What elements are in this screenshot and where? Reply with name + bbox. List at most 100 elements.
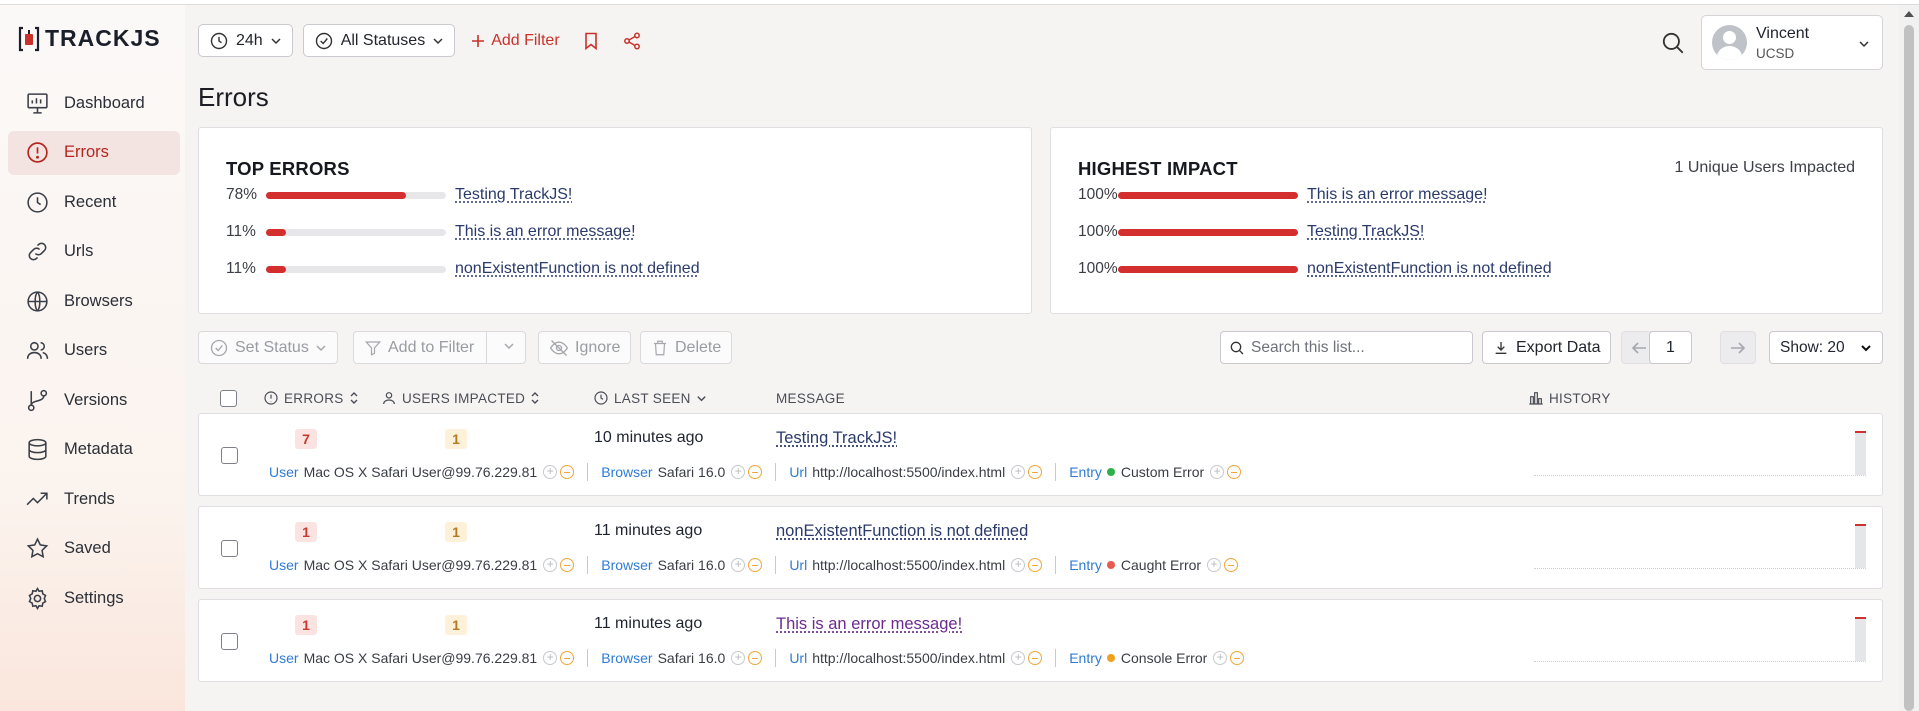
exclude-filter-icon[interactable] [560,465,575,479]
include-filter-icon[interactable] [731,650,746,665]
exclude-filter-icon[interactable] [748,465,763,479]
impact-link[interactable]: nonExistentFunction is not defined [1307,260,1552,278]
error-message-link[interactable]: nonExistentFunction is not defined [776,522,1028,541]
impact-bar-fill [1118,191,1298,199]
sort-errors[interactable]: ERRORS [263,386,359,410]
top-error-link[interactable]: nonExistentFunction is not defined [455,260,700,278]
select-all-checkbox[interactable] [220,386,237,410]
exclude-filter-icon[interactable] [748,558,763,572]
divider [775,463,777,481]
top-error-link[interactable]: This is an error message! [455,223,636,241]
impact-link[interactable]: This is an error message! [1307,186,1488,204]
export-data-button[interactable]: Export Data [1482,331,1612,364]
users-icon [26,341,49,359]
add-to-filter-button[interactable]: Add to Filter [353,331,527,364]
include-filter-icon[interactable] [543,650,558,665]
next-page-button[interactable] [1720,331,1756,364]
divider [775,649,777,667]
chevron-down-icon [1861,344,1871,351]
sidebar-item-settings[interactable]: Settings [8,576,180,620]
include-filter-icon[interactable] [543,464,558,479]
sort-users-impacted[interactable]: USERS IMPACTED [381,386,540,410]
sidebar-item-saved[interactable]: Saved [8,527,180,571]
search-input[interactable] [1251,338,1461,357]
exclude-filter-icon[interactable] [1224,558,1239,572]
row-checkbox[interactable] [221,540,238,557]
delete-button[interactable]: Delete [640,331,733,364]
include-filter-icon[interactable] [1011,650,1026,665]
sidebar-item-metadata[interactable]: Metadata [8,428,180,472]
message-column-header: MESSAGE [776,386,845,410]
include-filter-icon[interactable] [731,464,746,479]
table-row[interactable]: 1 1 11 minutes ago This is an error mess… [198,599,1883,682]
sidebar-item-recent[interactable]: Recent [8,180,180,224]
exclude-filter-icon[interactable] [1230,651,1245,665]
search-icon[interactable] [1660,30,1686,56]
exclude-filter-icon[interactable] [560,558,575,572]
bookmark-icon [584,32,597,50]
include-filter-icon[interactable] [543,557,558,572]
add-to-filter-dropdown[interactable] [493,339,525,357]
divider [1055,556,1057,574]
table-row[interactable]: 1 1 11 minutes ago nonExistentFunction i… [198,506,1883,589]
impact-link[interactable]: Testing TrackJS! [1307,223,1424,241]
sidebar-item-label: Browsers [64,291,133,310]
error-message-link[interactable]: Testing TrackJS! [776,429,897,448]
exclude-filter-icon[interactable] [1028,558,1043,572]
sidebar-item-urls[interactable]: Urls [8,230,180,274]
sidebar-item-users[interactable]: Users [8,329,180,373]
user-menu[interactable]: Vincent UCSD [1701,15,1883,70]
entry-value: Custom Error [1120,464,1205,480]
page-size-select[interactable]: Show: 20 [1769,331,1883,364]
avatar [1712,25,1747,60]
exclude-filter-icon[interactable] [560,651,575,665]
exclude-filter-icon[interactable] [748,651,763,665]
divider [587,556,589,574]
set-status-button[interactable]: Set Status [198,331,338,364]
error-message-link[interactable]: This is an error message! [776,615,962,634]
scroll-up-icon[interactable] [1904,11,1914,17]
include-filter-icon[interactable] [1210,464,1225,479]
error-circle-icon [27,142,48,163]
search-icon [1230,341,1244,354]
include-filter-icon[interactable] [1011,464,1026,479]
top-error-link[interactable]: Testing TrackJS! [455,186,572,204]
exclude-filter-icon[interactable] [1028,651,1043,665]
sidebar-item-versions[interactable]: Versions [8,378,180,422]
sidebar-item-trends[interactable]: Trends [8,477,180,521]
ignore-button[interactable]: Ignore [538,331,632,364]
sidebar-item-browsers[interactable]: Browsers [8,279,180,323]
sidebar-item-errors[interactable]: Errors [8,130,180,175]
bookmark-button[interactable] [576,32,606,50]
top-error-bar [266,228,446,236]
include-filter-icon[interactable] [1207,557,1222,572]
include-filter-icon[interactable] [1011,557,1026,572]
include-filter-icon[interactable] [731,557,746,572]
arrow-left-icon [1631,341,1646,354]
browser-key: Browser [601,557,653,573]
trackjs-logo[interactable]: TRACKJS [18,25,161,52]
status-select[interactable]: All Statuses [302,24,456,57]
add-filter-button[interactable]: Add Filter [465,32,565,50]
clock-icon [594,391,608,405]
exclude-filter-icon[interactable] [1028,465,1043,479]
row-checkbox[interactable] [221,633,238,650]
vertical-scrollbar[interactable] [1899,5,1919,711]
check-circle-icon [210,339,228,356]
sidebar-item-dashboard[interactable]: Dashboard [8,81,180,125]
dashboard-icon [27,92,48,114]
page-number[interactable]: 1 [1649,331,1692,364]
scrollbar-thumb[interactable] [1904,25,1914,711]
include-filter-icon[interactable] [1213,650,1228,665]
clock-icon [210,32,228,49]
share-button[interactable] [616,32,648,50]
exclude-filter-icon[interactable] [1227,465,1242,479]
row-checkbox[interactable] [221,447,238,464]
history-bar-peak [1855,524,1866,526]
time-range-select[interactable]: 24h [198,24,293,57]
ignore-label: Ignore [575,338,621,356]
history-sparkline [1534,610,1866,662]
sort-last-seen[interactable]: LAST SEEN [593,386,707,410]
table-row[interactable]: 7 1 10 minutes ago Testing TrackJS! User… [198,413,1883,496]
sidebar-item-label: Errors [64,143,109,161]
